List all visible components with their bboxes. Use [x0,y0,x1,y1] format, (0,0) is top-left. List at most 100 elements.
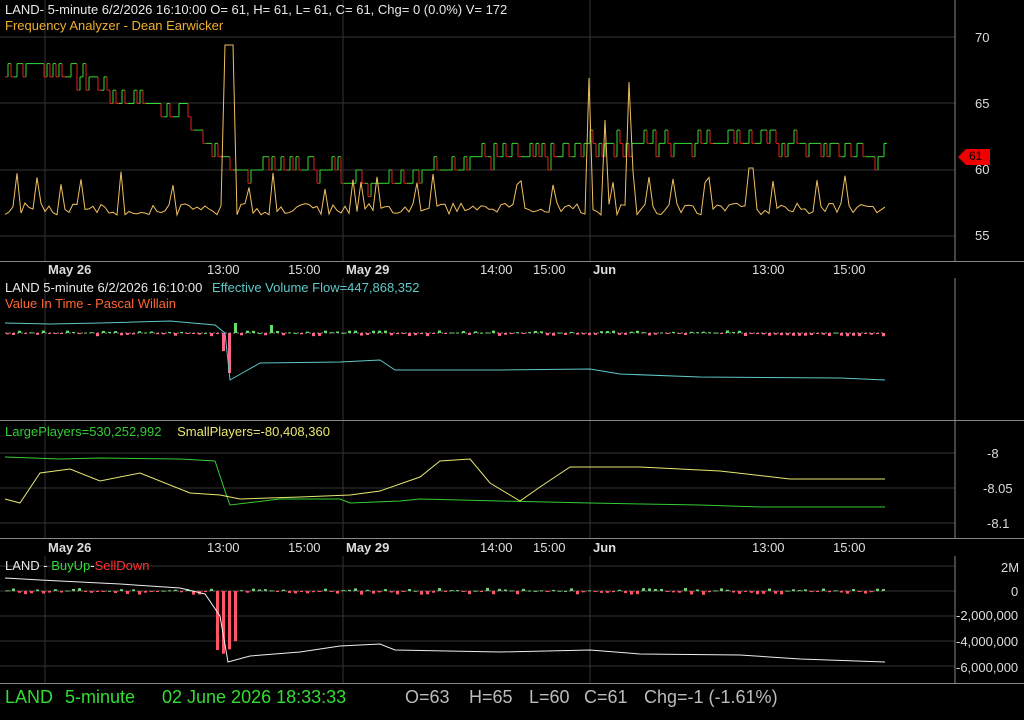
frequency-analyzer-line [4,44,886,217]
vit-bar [204,332,207,334]
selldown-bar [690,591,693,595]
vit-bar [414,333,417,336]
selldown-bar [612,591,615,593]
vit-bar [84,332,87,334]
selldown-bar [426,591,429,595]
large-players-value: LargePlayers=530,252,992 [5,424,162,439]
buyup-bar [792,589,795,591]
selldown-bar [330,591,333,592]
selldown-bar [624,591,627,594]
selldown-bar [96,591,99,592]
selldown-bar [228,591,231,650]
buyup-bar [558,590,561,592]
vit-bar [180,331,183,333]
vit-bar [294,332,297,334]
buyup-bar [882,589,885,591]
selldown-bar [276,591,279,592]
price-pane[interactable]: LAND- 5-minute 6/2/2026 16:10:00 O= 61, … [0,0,1024,262]
vit-bar [96,333,99,337]
date-label: Jun [593,540,617,555]
selldown-bar [606,591,609,593]
vit-bar [858,333,861,337]
selldown-bar [762,591,765,594]
vit-bar [444,333,447,334]
vit-bar [756,333,759,335]
players-header: LargePlayers=530,252,992 SmallPlayers=-8… [5,424,330,439]
vit-bar [48,333,51,334]
vit-bar [498,333,501,336]
vit-bar [804,333,807,336]
price-chart[interactable] [0,0,1024,262]
vit-bar [606,331,609,333]
vit-bar [42,330,45,333]
selldown-bar [846,591,849,594]
y-tick: -8.05 [983,481,1013,496]
buyup-selldown-chart[interactable] [0,556,1024,684]
selldown-bar [144,591,147,593]
buyup-bar [540,590,543,592]
vit-bar [864,333,867,334]
status-high: H=65 [469,687,513,707]
vit-bar [246,330,249,333]
vit-bar [168,331,171,333]
date-axis-top: May 26 13:00 15:00 May 29 14:00 15:00 Ju… [0,262,1024,278]
buyup-bar [660,588,663,591]
vit-bar [504,333,507,335]
time-label: 13:00 [207,262,240,277]
buyup-bar [450,590,453,592]
buyup-bar [804,589,807,591]
vit-bar [282,333,285,336]
selldown-bar [378,591,381,593]
vit-bar [192,333,195,334]
buyup-bar [72,588,75,591]
buyup-bar [6,590,9,592]
selldown-bar [30,591,33,594]
y-tick: -4,000,000 [956,634,1019,649]
vit-bar [852,333,855,336]
buyup-bar [528,590,531,592]
small-players-line [4,458,885,504]
vit-bar [186,333,189,334]
vit-bar [492,330,495,333]
vit-bar [552,333,555,336]
vit-bar [270,325,273,333]
selldown-bar [666,591,669,592]
selldown-bar [420,591,423,595]
vit-bar [384,330,387,333]
y-tick-70: 70 [975,30,990,45]
buyup-bar [684,587,687,591]
large-players-line [4,456,885,508]
vit-bar [768,333,771,336]
selldown-bar [432,591,435,593]
vit-bar [780,333,783,336]
vit-bar [264,333,267,336]
vit-bar [870,333,873,335]
vit-bar [306,331,309,333]
vit-bar [420,333,423,334]
vit-bar [252,330,255,333]
selldown-bar [756,591,759,595]
vit-bar [288,332,291,334]
evf-pane[interactable]: LAND 5-minute 6/2/2026 16:10:00 Effectiv… [0,278,1024,421]
vit-bar [234,323,237,333]
time-label: 13:00 [207,540,240,555]
vit-bar [846,333,849,337]
buyup-bar [768,588,771,591]
buyup-selldown-pane[interactable]: LAND - BuyUp-SellDown 2M 0 -2,000,000 -4… [0,556,1024,684]
selldown-bar [150,591,153,592]
buyup-bar [12,588,15,591]
selldown-bar [24,591,27,595]
players-pane[interactable]: LargePlayers=530,252,992 SmallPlayers=-8… [0,421,1024,539]
vit-bar [450,332,453,334]
selldown-bar [576,591,579,595]
vit-bar [258,332,261,334]
vit-bar [720,333,723,334]
vit-bar [360,333,363,336]
selldown-bar [702,591,705,595]
vit-bar [762,333,765,335]
vit-bar [114,331,117,333]
time-label: 13:00 [752,540,785,555]
y-tick-55: 55 [975,228,990,243]
selldown-bar [480,591,483,592]
y-tick: -8 [987,446,999,461]
